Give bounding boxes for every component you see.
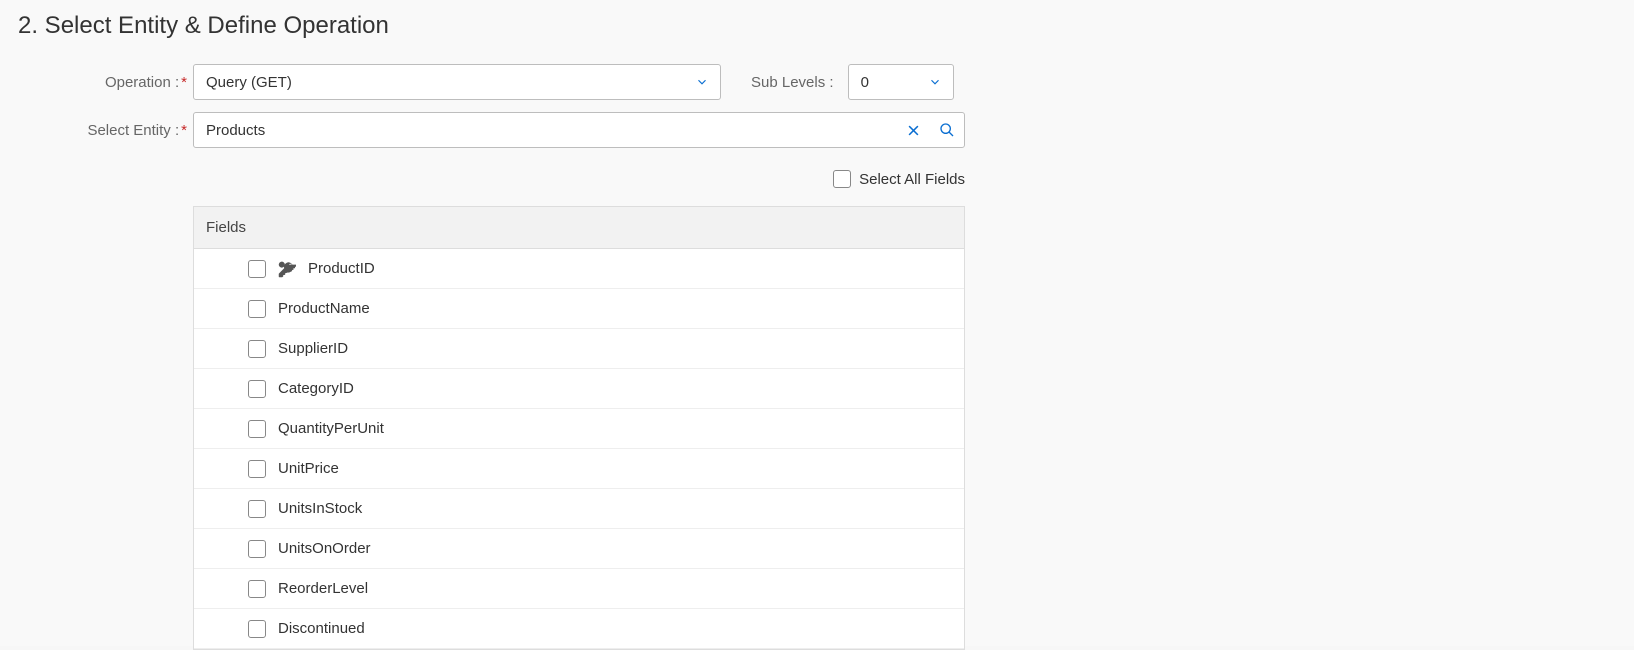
entity-label: Select Entity :* [18,122,193,139]
field-name: UnitsInStock [278,500,362,517]
entity-operation-panel: 2. Select Entity & Define Operation Oper… [0,0,1634,646]
operation-select-value[interactable]: Query (GET) [193,64,721,100]
entity-input-wrap [193,112,965,148]
field-checkbox[interactable] [248,580,266,598]
field-checkbox[interactable] [248,460,266,478]
field-row: QuantityPerUnit [194,409,964,449]
chevron-down-icon[interactable] [917,65,953,99]
select-all-row: Select All Fields [193,170,965,188]
field-name: UnitsOnOrder [278,540,371,557]
field-name: ProductName [278,300,370,317]
field-row: Discontinued [194,609,964,649]
field-checkbox[interactable] [248,620,266,638]
search-icon[interactable] [930,113,964,147]
field-row: UnitPrice [194,449,964,489]
fields-table: Fields ProductID ProductName SupplierID Cat… [193,206,965,650]
required-star-icon: * [181,74,187,91]
select-all-checkbox[interactable] [833,170,851,188]
field-name: QuantityPerUnit [278,420,384,437]
chevron-down-icon[interactable] [684,65,720,99]
entity-row: Select Entity :* [18,112,1616,148]
operation-select[interactable]: Query (GET) [193,64,721,100]
sublevels-select[interactable]: 0 [848,64,954,100]
operation-label: Operation :* [18,74,193,91]
field-name: SupplierID [278,340,348,357]
fields-header: Fields [194,207,964,249]
field-checkbox[interactable] [248,540,266,558]
field-checkbox[interactable] [248,300,266,318]
key-icon [278,260,296,278]
select-all-label: Select All Fields [859,171,965,188]
field-checkbox[interactable] [248,500,266,518]
sublevels-label: Sub Levels : [751,74,834,91]
section-title: 2. Select Entity & Define Operation [18,12,1616,40]
field-row: UnitsInStock [194,489,964,529]
field-row: ReorderLevel [194,569,964,609]
field-row: CategoryID [194,369,964,409]
field-name: ReorderLevel [278,580,368,597]
clear-icon[interactable] [896,113,930,147]
field-name: ProductID [308,260,375,277]
field-checkbox[interactable] [248,260,266,278]
operation-row: Operation :* Query (GET) Sub Levels : 0 [18,64,1616,100]
field-checkbox[interactable] [248,420,266,438]
required-star-icon: * [181,122,187,139]
field-checkbox[interactable] [248,340,266,358]
field-name: CategoryID [278,380,354,397]
field-row: ProductName [194,289,964,329]
field-name: UnitPrice [278,460,339,477]
field-row: ProductID [194,249,964,289]
field-checkbox[interactable] [248,380,266,398]
field-name: Discontinued [278,620,365,637]
field-row: SupplierID [194,329,964,369]
entity-input[interactable] [193,112,965,148]
field-row: UnitsOnOrder [194,529,964,569]
form-area: Operation :* Query (GET) Sub Levels : 0 [18,64,1616,148]
